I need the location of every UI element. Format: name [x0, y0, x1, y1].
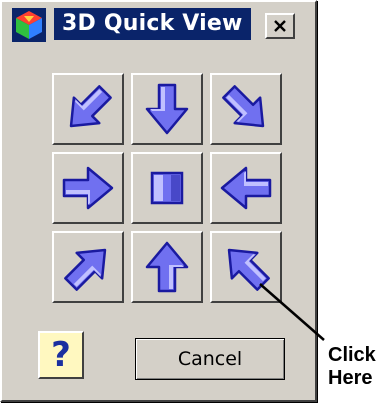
quick-view-dialog: 3D Quick View ? Cancel: [0, 0, 317, 402]
front-view-square-icon: [150, 171, 184, 205]
view-top-left-button[interactable]: [52, 73, 124, 145]
close-icon: [274, 20, 286, 32]
help-question-icon: ?: [51, 335, 71, 375]
window-title: 3D Quick View: [54, 8, 251, 40]
view-top-right-button[interactable]: [210, 73, 282, 145]
arrow-up-right-icon: [64, 248, 107, 291]
arrow-down-left-icon: [222, 85, 265, 128]
view-top-button[interactable]: [131, 73, 203, 145]
view-direction-grid: [52, 73, 282, 303]
arrow-up-left-icon: [227, 248, 270, 291]
view-bottom-left-button[interactable]: [52, 231, 124, 303]
callout-line1: Click: [328, 344, 376, 366]
cancel-button[interactable]: Cancel: [135, 338, 285, 380]
arrow-left-icon: [220, 166, 272, 210]
callout-label: Click Here: [328, 344, 390, 390]
view-right-button[interactable]: [210, 152, 282, 224]
view-left-button[interactable]: [52, 152, 124, 224]
close-button[interactable]: [265, 13, 295, 39]
callout-line2: Here: [328, 367, 373, 389]
title-bar: 3D Quick View: [2, 2, 315, 44]
arrow-down-right-icon: [69, 85, 112, 128]
arrow-up-icon: [145, 241, 189, 293]
view-bottom-button[interactable]: [131, 231, 203, 303]
3d-cube-icon: [12, 8, 46, 42]
arrow-down-icon: [145, 83, 189, 135]
view-front-button[interactable]: [131, 152, 203, 224]
help-button[interactable]: ?: [38, 331, 84, 379]
view-bottom-right-button[interactable]: [210, 231, 282, 303]
arrow-right-icon: [62, 166, 114, 210]
